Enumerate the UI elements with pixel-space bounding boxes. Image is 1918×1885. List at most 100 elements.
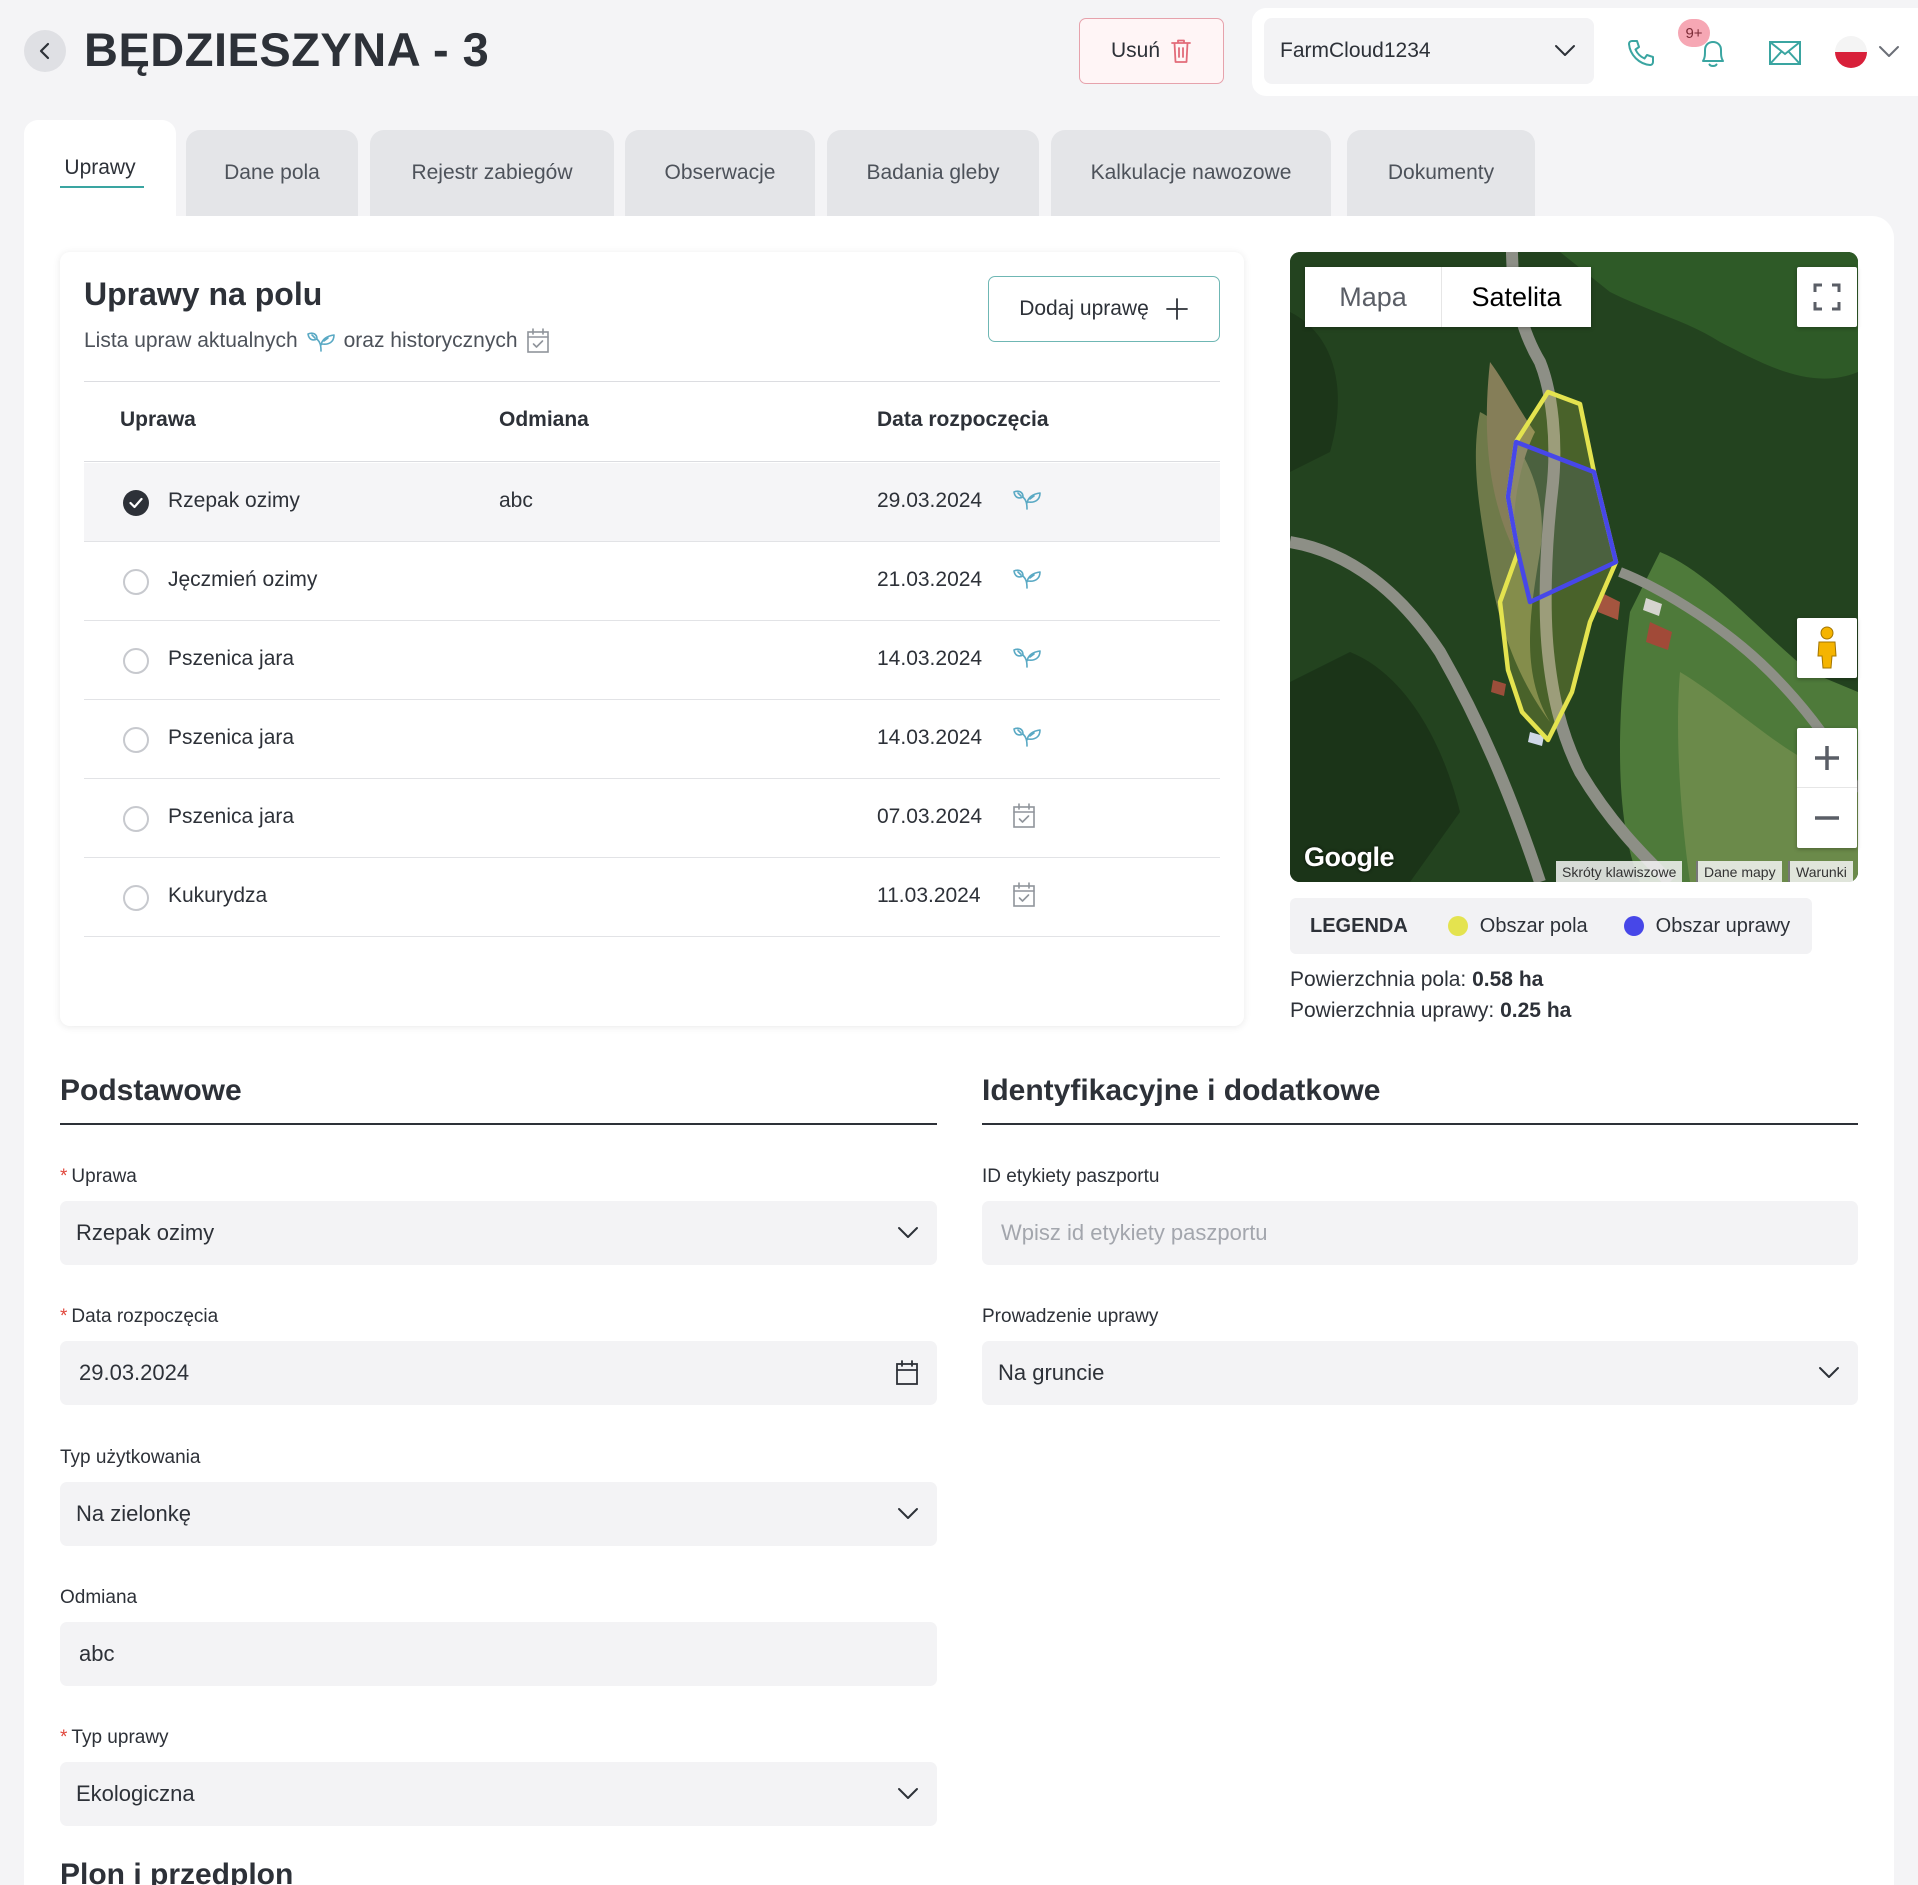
table-row[interactable]: Pszenica jara 14.03.2024 [84,621,1220,700]
sprout-icon [306,332,335,352]
table-row[interactable]: Kukurydza 11.03.2024 [84,858,1220,937]
crops-card-title: Uprawy na polu [84,276,323,312]
date-value: 29.03.2024 [79,1360,190,1385]
variety-input[interactable]: abc [60,1622,937,1686]
delete-button[interactable]: Usuń [1079,18,1224,84]
section-title-ident: Identyfikacyjne i dodatkowe [982,1074,1381,1107]
row-radio[interactable] [123,727,149,753]
map-legend: LEGENDA Obszar pola Obszar uprawy [1290,898,1812,954]
phone-icon[interactable] [1622,34,1660,72]
crop-name: Pszenica jara [168,805,295,828]
fullscreen-icon [1813,283,1841,311]
select-value: Ekologiczna [76,1781,195,1806]
crop-name: Pszenica jara [168,647,295,670]
cultivation-label: Prowadzenie uprawy [982,1306,1159,1327]
table-row[interactable]: Rzepak ozimy abc 29.03.2024 [84,463,1220,542]
map-data-link[interactable]: Dane mapy [1696,861,1782,882]
zoom-out-button[interactable] [1797,788,1857,848]
tab-badania-gleby[interactable]: Badania gleby [827,130,1039,216]
tab-label: Dane pola [224,161,320,184]
fullscreen-button[interactable] [1797,267,1857,327]
zoom-controls [1797,728,1857,848]
plus-icon [1165,298,1188,320]
usage-type-label: Typ użytkowania [60,1447,201,1468]
plus-icon [1815,745,1839,770]
mail-icon[interactable] [1766,34,1804,72]
calendar-check-icon [1012,803,1036,829]
calendar-check-icon [526,328,549,353]
crop-start-date: 11.03.2024 [877,884,981,907]
zoom-in-button[interactable] [1797,729,1857,788]
passport-id-label: ID etykiety paszportu [982,1166,1160,1187]
add-crop-label: Dodaj uprawę [1019,297,1149,320]
label-text: Typ uprawy [71,1727,169,1748]
legend-field-area: Obszar pola [1479,914,1588,937]
table-row[interactable]: Pszenica jara 07.03.2024 [84,779,1220,858]
delete-label: Usuń [1110,39,1161,62]
row-radio[interactable] [123,569,149,595]
cultivation-select[interactable]: Na gruncie [982,1341,1858,1405]
table-row[interactable]: Pszenica jara 14.03.2024 [84,700,1220,779]
tab-dokumenty[interactable]: Dokumenty [1347,130,1535,216]
calendar-check-icon [1012,882,1036,908]
crop-name: Jęczmień ozimy [168,568,318,591]
crop-start-date: 29.03.2024 [877,489,983,512]
add-crop-button[interactable]: Dodaj uprawę [988,276,1220,342]
active-tab-indicator [60,186,144,188]
crop-type-select[interactable]: Ekologiczna [60,1762,937,1826]
language-select[interactable] [1832,32,1902,72]
column-header-data: Data rozpoczęcia [877,408,1049,431]
row-radio[interactable] [123,806,149,832]
row-radio[interactable] [123,885,149,911]
select-value: Rzepak ozimy [76,1220,215,1245]
tab-label: Uprawy [64,156,136,179]
label-text: Data rozpoczęcia [71,1306,219,1327]
row-radio[interactable] [123,648,149,674]
crop-name: Pszenica jara [168,726,295,749]
keyboard-shortcuts-link[interactable]: Skróty klawiszowe [1556,861,1683,882]
map-type-satellite-button[interactable]: Satelita [1441,267,1591,327]
passport-id-input[interactable]: Wpisz id etykiety paszportu [982,1201,1858,1265]
crop-area-value: 0.25 ha [1500,999,1572,1022]
sprout-icon [1012,487,1042,511]
map-type-map-button[interactable]: Mapa [1305,267,1441,327]
field-area-value: 0.58 ha [1472,968,1544,991]
pegman-icon [1817,626,1837,669]
tab-rejestr-zabiegow[interactable]: Rejestr zabiegów [370,130,614,216]
street-view-pegman[interactable] [1797,618,1857,678]
tab-uprawy[interactable]: Uprawy [24,120,176,216]
table-header-divider [84,461,1220,462]
tab-obserwacje[interactable]: Obserwacje [625,130,815,216]
chevron-down-icon [1819,1367,1839,1378]
legend-title: LEGENDA [1310,914,1408,937]
tab-label: Rejestr zabiegów [411,161,573,184]
crop-field-label: * Uprawa [60,1166,137,1188]
usage-type-select[interactable]: Na zielonkę [60,1482,937,1546]
sprout-icon [1012,566,1042,590]
column-header-uprawa: Uprawa [120,408,196,431]
crop-area-label: Powierzchnia uprawy: [1290,999,1495,1022]
row-radio[interactable] [123,490,149,516]
tab-dane-pola[interactable]: Dane pola [186,130,358,216]
tab-label: Badania gleby [866,161,1000,184]
column-header-odmiana: Odmiana [499,408,589,431]
account-select[interactable]: FarmCloud1234 [1264,18,1594,84]
required-marker: * [60,1306,68,1327]
input-value: abc [79,1641,115,1666]
google-logo: Google [1304,842,1395,872]
satellite-map[interactable] [1290,252,1858,882]
table-row[interactable]: Jęczmień ozimy 21.03.2024 [84,542,1220,621]
label-text: Uprawa [71,1166,137,1187]
crop-start-date: 14.03.2024 [877,726,983,749]
start-date-field[interactable]: 29.03.2024 [60,1341,937,1405]
back-button[interactable] [24,30,66,72]
tab-label: Dokumenty [1387,161,1495,184]
terms-link[interactable]: Warunki [1788,861,1853,882]
tab-kalkulacje-nawozowe[interactable]: Kalkulacje nawozowe [1051,130,1331,216]
chevron-down-icon [1879,46,1899,57]
crop-select[interactable]: Rzepak ozimy [60,1201,937,1265]
input-placeholder: Wpisz id etykiety paszportu [1001,1220,1268,1245]
crop-start-date: 07.03.2024 [877,805,983,828]
crop-name: Rzepak ozimy [168,489,300,512]
sprout-icon [1012,645,1042,669]
